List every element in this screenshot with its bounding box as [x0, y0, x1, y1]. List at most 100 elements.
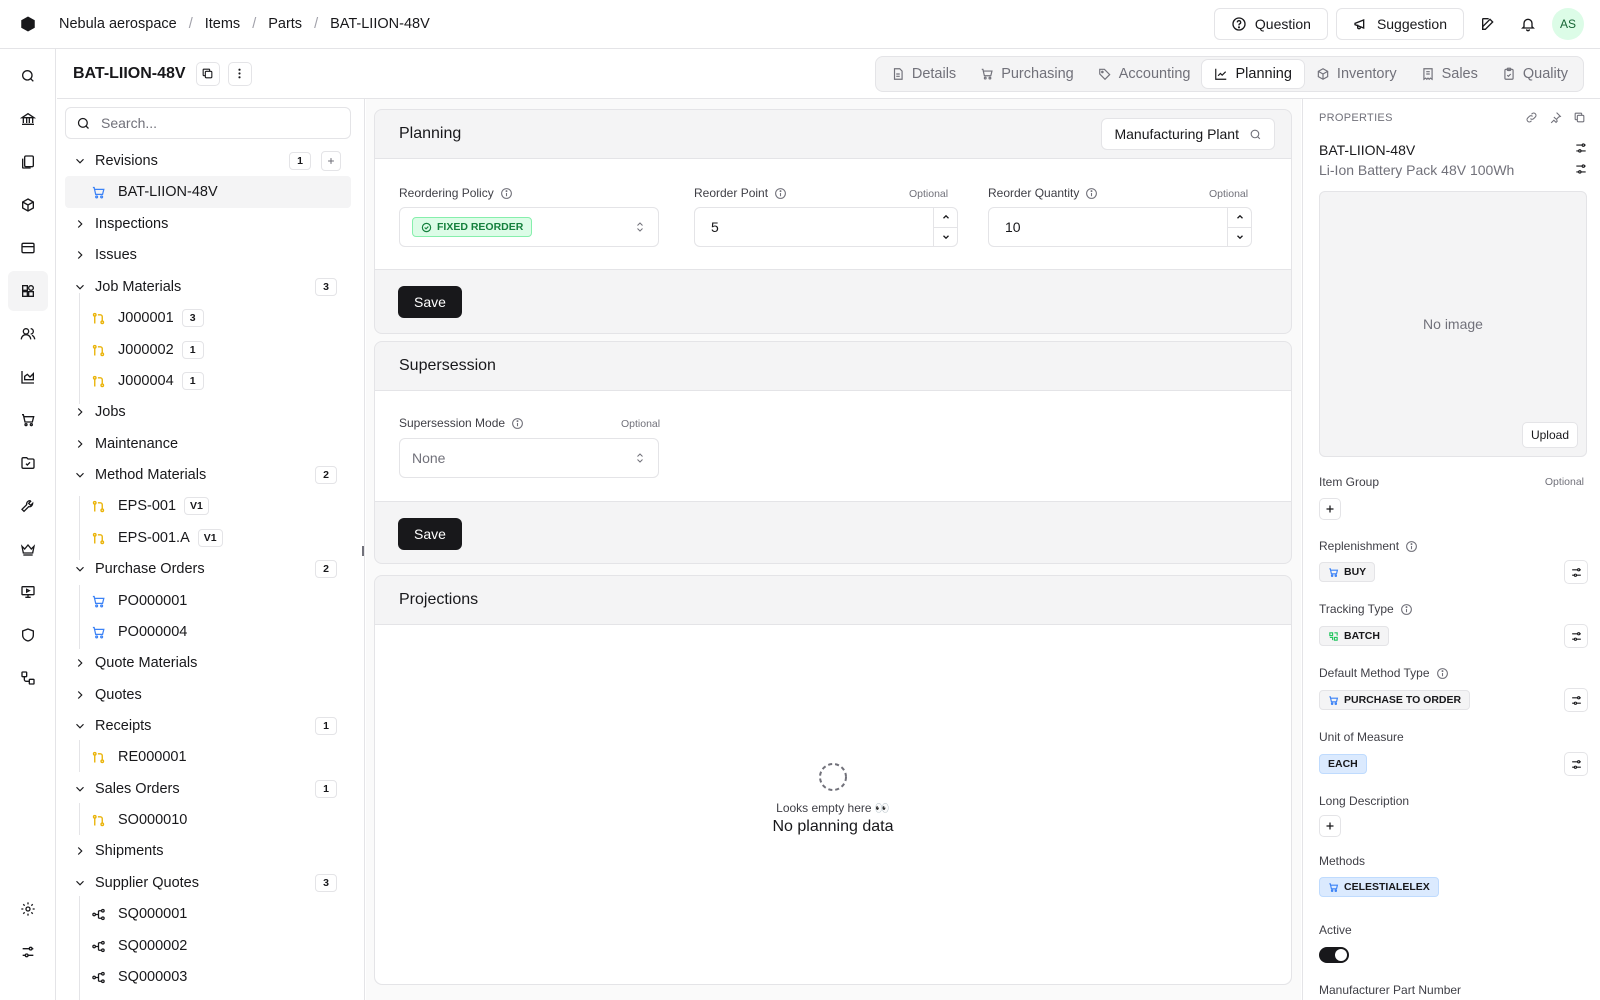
tree-item-job-material[interactable]: J000004 1 [65, 365, 351, 397]
increment-icon[interactable] [1228, 208, 1251, 228]
tree-item-method-material[interactable]: EPS-001 V1 [65, 490, 351, 522]
tree-group-method-materials[interactable]: Method Materials 2 [65, 459, 351, 491]
tree-item-job-material[interactable]: J000002 1 [65, 334, 351, 366]
settings-icon[interactable] [8, 889, 48, 929]
edit-replenishment-icon[interactable] [1564, 560, 1588, 584]
tree-group-issues[interactable]: Issues [65, 239, 351, 271]
empty-hint: Looks empty here 👀 [776, 801, 890, 815]
copy-icon[interactable] [195, 61, 220, 86]
wrench-icon[interactable] [8, 486, 48, 526]
tab-planning[interactable]: Planning [1202, 60, 1304, 88]
tree-item-purchase-order[interactable]: PO000004 [65, 616, 351, 648]
tree-group-purchase-orders[interactable]: Purchase Orders 2 [65, 553, 351, 585]
edit-id-icon[interactable] [1574, 141, 1588, 155]
tree-item-sales-order[interactable]: SO000010 [65, 804, 351, 836]
edit-method-type-icon[interactable] [1564, 688, 1588, 712]
tree-group-job-materials[interactable]: Job Materials 3 [65, 271, 351, 303]
tree-group-supplier-quotes[interactable]: Supplier Quotes 3 [65, 867, 351, 899]
tree-item-job-material[interactable]: J000001 3 [65, 302, 351, 334]
edit-tracking-type-icon[interactable] [1564, 624, 1588, 648]
tree-item-receipt[interactable]: RE000001 [65, 741, 351, 773]
tab-inventory[interactable]: Inventory [1304, 60, 1409, 88]
info-icon[interactable] [774, 187, 787, 200]
tab-details[interactable]: Details [879, 60, 968, 88]
reorder-quantity-input[interactable]: 10 [988, 207, 1252, 247]
info-icon[interactable] [1400, 603, 1413, 616]
crown-icon[interactable] [8, 529, 48, 569]
app-logo-icon[interactable] [0, 0, 56, 49]
parts-icon[interactable] [8, 271, 48, 311]
users-icon[interactable] [8, 314, 48, 354]
tab-sales[interactable]: Sales [1409, 60, 1490, 88]
documents-icon[interactable] [8, 142, 48, 182]
more-vertical-icon[interactable] [227, 61, 252, 86]
save-supersession-button[interactable]: Save [398, 518, 462, 550]
optional-label: Optional [1544, 476, 1584, 488]
search-icon[interactable] [8, 56, 48, 96]
decrement-icon[interactable] [934, 228, 957, 247]
inbox-check-icon[interactable] [8, 443, 48, 483]
add-revision-icon[interactable] [321, 151, 341, 171]
link-icon[interactable] [1525, 111, 1538, 124]
bell-icon[interactable] [1512, 8, 1544, 40]
increment-icon[interactable] [934, 208, 957, 228]
upload-button[interactable]: Upload [1521, 422, 1578, 448]
edit-description-icon[interactable] [1574, 162, 1588, 176]
tree-item-revision[interactable]: BAT-LIION-48V [65, 176, 351, 208]
decrement-icon[interactable] [1228, 228, 1251, 247]
info-icon[interactable] [511, 417, 524, 430]
tab-quality[interactable]: Quality [1490, 60, 1580, 88]
tree-item-supplier-quote[interactable]: SQ000003 [65, 961, 351, 993]
copy-icon[interactable] [1573, 111, 1586, 124]
add-item-group-icon[interactable] [1319, 498, 1341, 520]
tree-item-supplier-quote[interactable]: SQ000002 [65, 930, 351, 962]
suggestion-button[interactable]: Suggestion [1335, 8, 1464, 40]
info-icon[interactable] [1085, 187, 1098, 200]
active-toggle[interactable] [1319, 947, 1349, 963]
tree-group-quote-materials[interactable]: Quote Materials [65, 647, 351, 679]
reordering-policy-select[interactable]: FIXED REORDER [399, 207, 659, 247]
info-icon[interactable] [1436, 667, 1449, 680]
methods-badge[interactable]: CELESTIALELEX [1319, 877, 1439, 897]
tree-item-supplier-quote[interactable]: SQ000001 [65, 898, 351, 930]
shield-icon[interactable] [8, 615, 48, 655]
tree-group-maintenance[interactable]: Maintenance [65, 428, 351, 460]
reorder-point-input[interactable]: 5 [694, 207, 958, 247]
info-icon[interactable] [1405, 540, 1418, 553]
sliders-icon[interactable] [8, 932, 48, 972]
tab-accounting[interactable]: Accounting [1086, 60, 1203, 88]
supersession-mode-select[interactable]: None [399, 438, 659, 478]
tree-item-purchase-order[interactable]: PO000001 [65, 585, 351, 617]
bank-icon[interactable] [8, 99, 48, 139]
breadcrumb-items[interactable]: Items [205, 16, 240, 32]
search-input[interactable]: Search... [65, 107, 351, 139]
tree-group-revisions[interactable]: Revisions 1 [65, 145, 351, 177]
pin-icon[interactable] [1549, 111, 1562, 124]
edit-icon[interactable] [1472, 8, 1504, 40]
question-button[interactable]: Question [1213, 8, 1328, 40]
area-chart-icon[interactable] [8, 357, 48, 397]
credit-card-icon[interactable] [8, 228, 48, 268]
workflow-icon[interactable] [8, 658, 48, 698]
breadcrumb-parts[interactable]: Parts [268, 16, 302, 32]
cube-icon[interactable] [8, 185, 48, 225]
breadcrumb-company[interactable]: Nebula aerospace [59, 16, 177, 32]
add-long-description-icon[interactable] [1319, 815, 1341, 837]
save-planning-button[interactable]: Save [398, 286, 462, 318]
tree-group-shipments[interactable]: Shipments [65, 835, 351, 867]
presentation-icon[interactable] [8, 572, 48, 612]
tree-group-sales-orders[interactable]: Sales Orders 1 [65, 773, 351, 805]
tree-group-inspections[interactable]: Inspections [65, 208, 351, 240]
tree-group-quotes[interactable]: Quotes [65, 679, 351, 711]
tree-group-jobs[interactable]: Jobs [65, 396, 351, 428]
shopping-cart-icon[interactable] [8, 400, 48, 440]
tree-item-method-material[interactable]: EPS-001.A V1 [65, 522, 351, 554]
info-icon[interactable] [500, 187, 513, 200]
tab-purchasing[interactable]: Purchasing [968, 60, 1086, 88]
tree-group-receipts[interactable]: Receipts 1 [65, 710, 351, 742]
location-selector[interactable]: Manufacturing Plant [1101, 118, 1275, 150]
tree-group-label: Issues [95, 247, 137, 263]
edit-unit-of-measure-icon[interactable] [1564, 752, 1588, 776]
breadcrumb-current[interactable]: BAT-LIION-48V [330, 16, 430, 32]
avatar[interactable]: AS [1552, 8, 1584, 40]
